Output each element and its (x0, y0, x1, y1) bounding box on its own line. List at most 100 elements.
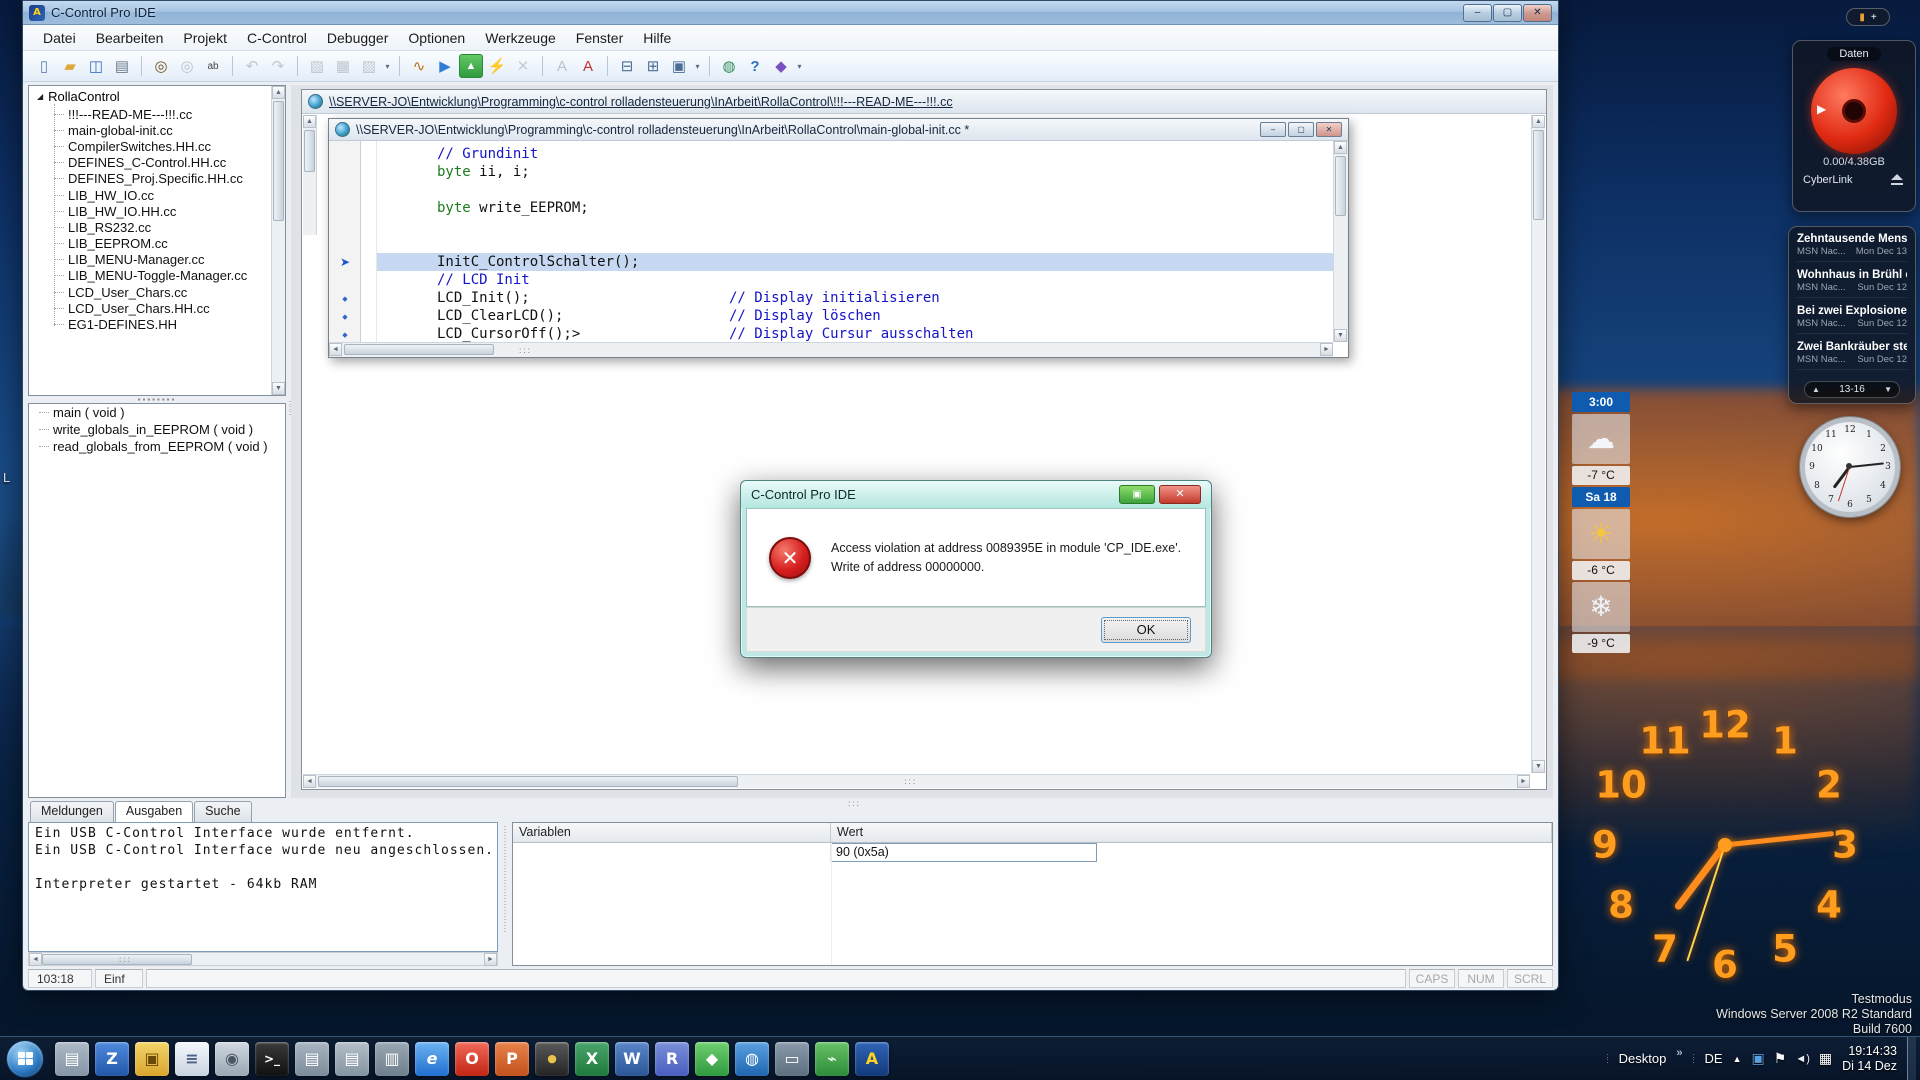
taskbar-notepad-icon[interactable]: ≡ (175, 1041, 209, 1076)
function-item[interactable]: write_globals_in_EEPROM ( void ) (29, 421, 285, 438)
taskbar-opera-icon[interactable]: O (455, 1041, 489, 1076)
tree-item[interactable]: CompilerSwitches.HH.cc (54, 138, 285, 154)
value-column-header[interactable]: Wert (831, 823, 1552, 842)
taskbar-explorer-icon[interactable]: ▣ (135, 1041, 169, 1076)
news-item[interactable]: Wohnhaus in Brühl e... MSN Nac... Sun De… (1797, 269, 1907, 298)
gutter-icon[interactable] (329, 217, 361, 235)
window-cascade-icon[interactable]: ⊟ (615, 54, 639, 78)
gadget-toolbar[interactable]: ▮ + (1846, 8, 1890, 26)
scroll-left-icon[interactable]: ◄ (29, 953, 42, 966)
dropdown-arrow-icon[interactable]: ▾ (794, 54, 805, 78)
scroll-up-icon[interactable]: ▲ (272, 86, 285, 99)
gutter-icon[interactable] (329, 199, 361, 217)
variables-column-header[interactable]: Variablen (513, 823, 831, 842)
print-icon[interactable]: ▤ (110, 54, 134, 78)
taskbar-c-control-icon[interactable]: A (855, 1041, 889, 1076)
show-desktop-button[interactable] (1907, 1036, 1916, 1080)
cd-drive-gadget[interactable]: Daten ▶ 0.00/4.38GB CyberLink (1792, 40, 1916, 212)
output-console[interactable]: Ein USB C-Control Interface wurde entfer… (28, 822, 498, 952)
tree-item[interactable]: main-global-init.cc (54, 122, 285, 138)
desktop-toolbar[interactable]: Desktop (1619, 1051, 1667, 1066)
run-icon[interactable]: ▶ (433, 54, 457, 78)
editor-titlebar[interactable]: \\SERVER-JO\Entwicklung\Programming\c-co… (329, 119, 1348, 141)
tree-expander-icon[interactable]: ◢ (37, 92, 43, 101)
menu-item[interactable]: Bearbeiten (86, 27, 174, 49)
save-icon[interactable]: ◫ (84, 54, 108, 78)
scroll-thumb[interactable] (304, 130, 315, 172)
taskbar-app-z-icon[interactable]: Z (95, 1041, 129, 1076)
pager-down-icon[interactable]: ▼ (1884, 385, 1892, 394)
gutter-icon[interactable] (329, 235, 361, 253)
taskbar-disc-icon[interactable]: ◉ (215, 1041, 249, 1076)
child-close-button[interactable]: ✕ (1316, 122, 1342, 137)
taskbar-reader-icon[interactable]: R (655, 1041, 689, 1076)
splitter-grip[interactable]: ∶∶∶ (848, 799, 861, 810)
tree-item[interactable]: DEFINES_C-Control.HH.cc (54, 155, 285, 171)
new-file-icon[interactable]: ▯ (32, 54, 56, 78)
tree-scrollbar[interactable]: ▲ ▼ (271, 86, 285, 395)
about-icon[interactable]: ◆ (769, 54, 793, 78)
scroll-thumb[interactable] (42, 954, 192, 965)
gutter-icon[interactable] (329, 253, 361, 271)
output-hscrollbar[interactable]: ◄ ► ∶∶∶ (28, 952, 498, 966)
gutter-icon[interactable] (329, 181, 361, 199)
tray-volume-icon[interactable]: ◄) (1795, 1053, 1810, 1065)
pager-up-icon[interactable]: ▲ (1812, 385, 1820, 394)
scroll-thumb[interactable] (273, 101, 284, 221)
dialog-titlebar[interactable]: C-Control Pro IDE ▣ ✕ (741, 481, 1211, 508)
tree-root[interactable]: ◢ RollaControl (29, 86, 285, 105)
menu-item[interactable]: Optionen (398, 27, 475, 49)
gadget-options-icon[interactable]: ▮ (1859, 12, 1865, 23)
output-tab[interactable]: Ausgaben (114, 801, 194, 822)
find-in-files-icon[interactable]: ◎ (175, 54, 199, 78)
scroll-right-icon[interactable]: ► (484, 953, 497, 966)
readme-hscrollbar[interactable]: ◄ ► ∶∶∶ (303, 774, 1530, 788)
tree-item[interactable]: EG1-DEFINES.HH (54, 316, 285, 332)
tray-app-icon[interactable]: ▣ (1752, 1050, 1765, 1067)
news-feed-gadget[interactable]: Zehntausende Mensc... MSN Nac... Mon Dec… (1788, 226, 1916, 404)
code-editor[interactable]: // Grundinit byte ii, i; byte write_EEPR… (329, 141, 1333, 342)
tree-item[interactable]: LIB_MENU-Toggle-Manager.cc (54, 268, 285, 284)
tree-item[interactable]: LCD_User_Chars.cc (54, 284, 285, 300)
program-upload-icon[interactable]: ▲ (459, 54, 483, 78)
taskbar-devices-icon[interactable]: ▤ (55, 1041, 89, 1076)
dropdown-arrow-icon[interactable]: ▾ (692, 54, 703, 78)
analog-clock-gadget[interactable]: 12 1 2 3 4 5 6 7 8 9 10 11 (1800, 417, 1900, 517)
replace-icon[interactable]: ab (201, 54, 225, 78)
panel-splitter[interactable]: ▪▪▪▪▪▪▪▪ (28, 395, 286, 404)
dropdown-arrow-icon[interactable]: ▾ (382, 54, 393, 78)
maximize-button[interactable]: ▢ (1493, 3, 1522, 22)
scroll-right-icon[interactable]: ► (1517, 775, 1530, 788)
show-hidden-icons[interactable]: ▲ (1733, 1054, 1742, 1064)
news-item[interactable]: Zehntausende Mensc... MSN Nac... Mon Dec… (1797, 233, 1907, 262)
taskbar-cmd-icon[interactable]: >_ (255, 1041, 289, 1076)
language-indicator[interactable]: DE (1705, 1051, 1723, 1066)
taskbar-excel-icon[interactable]: X (575, 1041, 609, 1076)
menu-item[interactable]: Projekt (173, 27, 237, 49)
editor-window-readme[interactable]: \\SERVER-JO\Entwicklung\Programming\c-co… (301, 89, 1547, 790)
menu-item[interactable]: Datei (33, 27, 86, 49)
browser-icon[interactable]: ◍ (717, 54, 741, 78)
menu-item[interactable]: Fenster (566, 27, 633, 49)
compile-icon[interactable]: ∿ (407, 54, 431, 78)
copy-icon[interactable]: ▦ (331, 54, 355, 78)
scroll-thumb[interactable] (344, 344, 494, 355)
ide-titlebar[interactable]: A C-Control Pro IDE ‒ ▢ ✕ (23, 1, 1558, 25)
tray-flag-icon[interactable]: ⚑ (1774, 1050, 1787, 1067)
taskbar-remote-icon[interactable]: ▭ (775, 1041, 809, 1076)
scroll-thumb[interactable] (1533, 130, 1544, 220)
mdi-left-scrollbar[interactable]: ▲ (303, 115, 317, 235)
minimize-button[interactable]: ‒ (1463, 3, 1492, 22)
news-pager[interactable]: ▲ 13-16 ▼ (1804, 381, 1900, 398)
tree-item[interactable]: LIB_HW_IO.HH.cc (54, 203, 285, 219)
taskbar-globe-icon[interactable]: ◍ (735, 1041, 769, 1076)
editor-vscrollbar[interactable]: ▲ ▼ (1333, 141, 1348, 342)
news-item[interactable]: Bei zwei Explosionen... MSN Nac... Sun D… (1797, 305, 1907, 334)
news-headline[interactable]: Wohnhaus in Brühl e... (1797, 269, 1907, 281)
scroll-down-icon[interactable]: ▼ (1532, 760, 1545, 773)
child-maximize-button[interactable]: ▢ (1288, 122, 1314, 137)
tray-network-icon[interactable]: ▦ (1819, 1050, 1832, 1067)
taskbar-flash-tool-icon[interactable]: ◆ (695, 1041, 729, 1076)
eject-icon[interactable] (1889, 174, 1905, 186)
toolbar-grip[interactable]: ∶ ∶ (1607, 1052, 1609, 1065)
